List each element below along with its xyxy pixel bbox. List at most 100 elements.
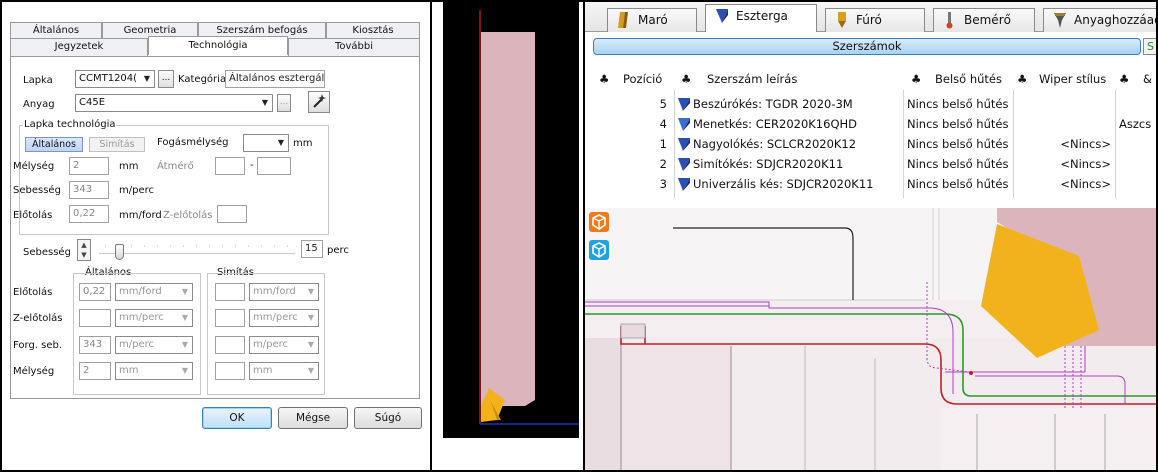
tool-cooling: Nincs belső hűtés <box>907 157 1009 171</box>
tab-drill[interactable]: Fúró <box>825 8 925 32</box>
tool-position: 5 <box>659 97 667 111</box>
grid-general-unit: mm <box>119 365 139 376</box>
col-position-header[interactable]: Pozíció <box>623 68 662 90</box>
tab-technology[interactable]: Technológia <box>148 36 288 55</box>
grid-general-unit-select[interactable]: mm/perc ▼ <box>115 309 193 327</box>
feed-field[interactable]: 0,22 <box>69 205 109 223</box>
depth-unit: mm <box>119 161 139 172</box>
tools-section-header[interactable]: Szerszámok <box>593 38 1141 55</box>
chevron-down-icon: ▼ <box>261 98 269 107</box>
tool-row[interactable]: 3 Univerzális kés: SDJCR2020K11 Nincs bels… <box>589 175 1156 193</box>
diameter-to-field[interactable] <box>257 157 291 175</box>
sort-icon[interactable]: ♣ <box>911 68 921 90</box>
insert-browse-button[interactable]: ... <box>158 70 174 88</box>
slider-value-field[interactable]: 15 <box>301 240 323 258</box>
grid-finish-unit-select[interactable]: mm/ford ▼ <box>249 283 319 301</box>
depth-field[interactable]: 2 <box>69 157 109 175</box>
speed-unit: m/perc <box>119 185 154 196</box>
tab-general[interactable]: Általános <box>10 22 102 38</box>
z-feed-field[interactable] <box>217 205 247 223</box>
chevron-down-icon: ▼ <box>181 313 189 322</box>
tool-row[interactable]: 5 Beszúrókés: TGDR 2020-3M Nincs belső hűt… <box>589 95 1156 113</box>
cancel-button[interactable]: Mégse <box>278 407 348 429</box>
grid-row-label: Forg. seb. <box>13 340 63 351</box>
grid-general-value[interactable]: 0,22 <box>79 283 111 301</box>
sort-icon[interactable]: ♣ <box>1017 68 1027 90</box>
sort-icon[interactable]: ♣ <box>599 68 609 90</box>
tool-cooling: Nincs belső hűtés <box>907 137 1009 151</box>
spinner-down-icon: ▼ <box>81 251 87 259</box>
tab-notes[interactable]: Jegyzetek <box>10 38 148 56</box>
col-description-header[interactable]: Szerszám leírás <box>707 68 797 90</box>
view-shaded-icon[interactable] <box>589 240 609 260</box>
col-cooling-header[interactable]: Belső hűtés <box>935 68 1002 90</box>
view-box-icon[interactable] <box>589 212 609 232</box>
col-extra-header[interactable]: & <box>1143 68 1152 90</box>
grid-general-unit-select[interactable]: mm/ford ▼ <box>115 283 193 301</box>
insert-label: Lapka <box>23 75 53 86</box>
grid-general-unit: mm/ford <box>119 286 162 297</box>
grid-finish-value[interactable] <box>215 309 245 327</box>
mode-finish-toggle[interactable]: Simítás <box>89 137 145 152</box>
diameter-label: Átmérő <box>157 161 194 172</box>
tool-row[interactable]: 1 Nagyolókés: SCLCR2020K12 Nincs belső hűt… <box>589 135 1156 153</box>
tool-preview-viewport[interactable] <box>443 2 579 438</box>
tab-more[interactable]: További <box>288 38 420 56</box>
sort-icon[interactable]: ♣ <box>681 68 691 90</box>
grid-general-value[interactable] <box>79 309 111 327</box>
tab-assignment[interactable]: Kiosztás <box>326 22 420 38</box>
chevron-down-icon: ▼ <box>307 366 315 375</box>
tab-probe[interactable]: Bemérő <box>933 8 1035 32</box>
sort-icon[interactable]: ♣ <box>1119 68 1129 90</box>
tool-position: 4 <box>659 117 667 131</box>
grid-finish-unit-select[interactable]: m/perc ▼ <box>249 336 319 354</box>
technology-panel: Lapka CCMT1204( ▼ ... Kategória Általáno… <box>10 56 420 399</box>
diameter-from-field[interactable] <box>215 157 245 175</box>
tab-mill[interactable]: Maró <box>607 8 697 32</box>
speed-field[interactable]: 343 <box>69 181 109 199</box>
grid-general-unit: m/perc <box>119 339 154 350</box>
material-select[interactable]: C45E ▼ <box>75 94 273 112</box>
insert-technology-title: Lapka technológia <box>23 119 117 130</box>
turning-tool-icon <box>716 9 728 23</box>
tab-additive[interactable]: Anyaghozzáad <box>1043 8 1156 32</box>
tool-wiper: <Nincs> <box>1060 177 1111 191</box>
tool-wiper <box>1019 115 1111 133</box>
grid-general-unit-select[interactable]: mm ▼ <box>115 362 193 380</box>
turning-tool-icon <box>678 98 690 111</box>
tab-lathe[interactable]: Eszterga <box>705 4 817 32</box>
slider-track[interactable] <box>99 253 295 255</box>
grid-general-value[interactable]: 2 <box>79 362 111 380</box>
tab-probe-label: Bemérő <box>964 13 1011 27</box>
grid-general-unit-select[interactable]: m/perc ▼ <box>115 336 193 354</box>
speed-label: Sebesség <box>13 185 61 196</box>
chevron-down-icon: ▼ <box>307 340 315 349</box>
help-button[interactable]: Súgó <box>354 407 422 429</box>
refresh-icon[interactable]: S <box>1143 38 1156 55</box>
ok-button[interactable]: OK <box>202 407 272 429</box>
tool-description: Simítókés: SDJCR2020K11 <box>693 157 844 171</box>
magic-wand-button[interactable] <box>308 91 330 113</box>
slider-spinner[interactable]: ▲ ▼ <box>77 239 91 261</box>
col-wiper-header[interactable]: Wiper stílus <box>1039 68 1106 90</box>
grid-general-value[interactable]: 343 <box>79 336 111 354</box>
grid-finish-unit-select[interactable]: mm/perc ▼ <box>249 309 319 327</box>
grid-finish-value[interactable] <box>215 362 245 380</box>
grid-finish-value[interactable] <box>215 283 245 301</box>
category-field[interactable]: Általános esztergálás <box>225 70 325 88</box>
additive-icon <box>1054 13 1066 28</box>
cam-simulation-view[interactable] <box>585 207 1156 470</box>
chevron-down-icon: ▼ <box>277 138 285 147</box>
tool-row[interactable]: 4 Menetkés: CER2020K16QHD Nincs belső hűté… <box>589 115 1156 133</box>
slider-thumb[interactable] <box>115 244 124 260</box>
material-browse-button[interactable]: ... <box>277 94 291 112</box>
tool-row[interactable]: 2 Simítókés: SDJCR2020K11 Nincs belső hűté… <box>589 155 1156 173</box>
tool-cooling: Nincs belső hűtés <box>907 177 1009 191</box>
mode-general-toggle[interactable]: Általános <box>25 137 83 152</box>
depth-of-cut-select[interactable]: ▼ <box>243 134 289 152</box>
insert-select[interactable]: CCMT1204( ▼ <box>75 70 155 88</box>
insert-select-value: CCMT1204( <box>79 73 138 84</box>
grid-finish-value[interactable] <box>215 336 245 354</box>
tool-properties-dialog: Általános Geometria Szerszám befogás Kio… <box>2 2 432 470</box>
grid-finish-unit-select[interactable]: mm ▼ <box>249 362 319 380</box>
